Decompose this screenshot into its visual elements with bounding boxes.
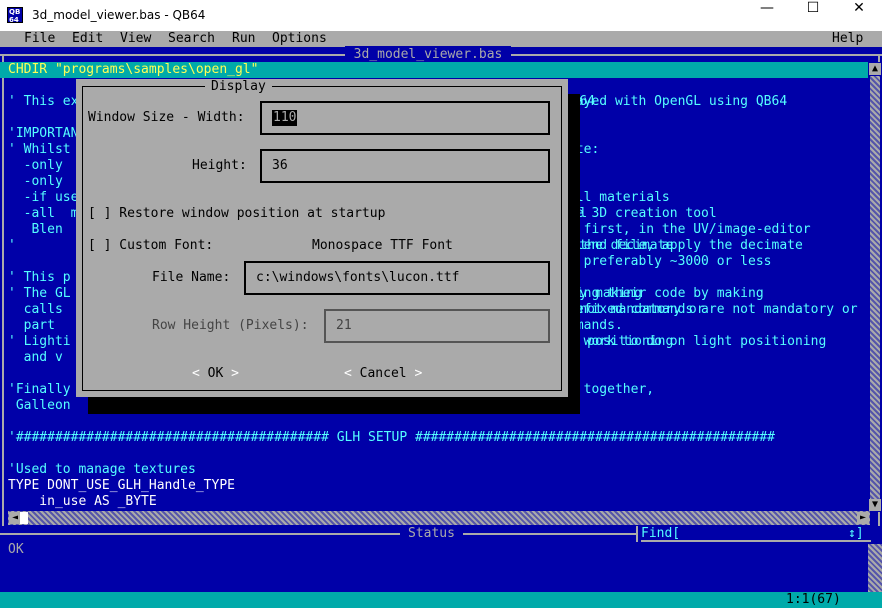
horizontal-scrollbar[interactable]: ◄ ► — [8, 511, 870, 525]
minimize-button[interactable]: — — [744, 0, 790, 31]
code-line-fragment[interactable]: blend file, apply the decimate — [568, 238, 803, 254]
horizontal-scroll-thumb[interactable] — [20, 512, 28, 524]
font-type-label: Monospace TTF Font — [312, 238, 453, 253]
scroll-right-icon[interactable]: ► — [857, 512, 869, 524]
code-line-fragment[interactable]: e work to do on light positioning — [568, 334, 826, 350]
vertical-scroll-track[interactable] — [870, 76, 880, 500]
code-line[interactable]: in_use AS _BYTE — [8, 494, 156, 510]
code-line-fragment[interactable]: layed with OpenGL using QB64 — [568, 94, 787, 110]
dialog-title: Display — [205, 79, 272, 95]
find-separator — [636, 526, 638, 542]
code-line[interactable]: '#######################################… — [8, 430, 775, 446]
menu-file[interactable]: File — [24, 31, 55, 47]
code-line-fragment[interactable]: all materials — [568, 190, 670, 206]
qb64-app-icon[interactable]: QB 64 — [7, 7, 23, 24]
window-width-input[interactable]: 110 — [260, 101, 550, 135]
display-dialog: Window Size - Width: 110 Height: 36 [ ] … — [76, 79, 568, 397]
window-title: 3d_model_viewer.bas - QB64 — [32, 8, 206, 22]
code-line-fragment[interactable]: refixed commands are not mandatory or — [568, 302, 858, 318]
close-button[interactable]: ✕ — [836, 0, 882, 31]
cursor-position: 1:1(67) — [786, 592, 841, 607]
code-line[interactable] — [8, 414, 16, 430]
code-line[interactable]: 'Used to manage textures — [8, 462, 196, 478]
scroll-down-icon[interactable]: ▼ — [869, 499, 881, 511]
file-name-value: c:\windows\fonts\lucon.ttf — [256, 270, 460, 285]
custom-font-checkbox[interactable]: [ ] Custom Font: — [88, 238, 213, 254]
maximize-button[interactable]: ☐ — [790, 0, 836, 31]
find-underline — [641, 540, 871, 542]
menu-options[interactable]: Options — [272, 31, 327, 47]
menu-search[interactable]: Search — [168, 31, 215, 47]
code-line[interactable] — [8, 78, 16, 94]
code-line[interactable]: TYPE DONT_USE_GLH_Handle_TYPE — [8, 478, 235, 494]
window-height-label: Height: — [192, 158, 247, 173]
code-line-fragment[interactable]: t first, in the UV/image-editor — [568, 222, 811, 238]
code-line[interactable]: -only — [8, 158, 63, 174]
code-line-fragment[interactable]: t together, — [568, 382, 654, 398]
menu-view[interactable]: View — [120, 31, 151, 47]
vertical-scrollbar[interactable]: ▲ ▼ — [868, 62, 882, 512]
status-scrollbar[interactable] — [868, 544, 882, 592]
menu-run[interactable]: Run — [232, 31, 255, 47]
window-height-value: 36 — [272, 158, 288, 173]
code-line[interactable]: and v — [8, 350, 63, 366]
window-width-value: 110 — [272, 110, 298, 126]
window-width-label: Window Size - Width: — [88, 110, 245, 125]
scroll-up-icon[interactable]: ▲ — [869, 63, 881, 75]
code-line-fragment[interactable]: hing their code by making — [568, 286, 764, 302]
bottom-status-bar — [0, 592, 882, 608]
code-line[interactable]: Galleon — [8, 398, 71, 414]
editor-left-border — [2, 54, 4, 526]
code-line[interactable] — [8, 366, 16, 382]
code-line[interactable] — [8, 110, 16, 126]
menu-edit[interactable]: Edit — [72, 31, 103, 47]
cancel-button[interactable]: < Cancel > — [344, 366, 422, 382]
code-line[interactable]: CHDIR "programs\samples\open_gl" — [0, 62, 868, 78]
row-height-input[interactable]: 21 — [324, 309, 550, 343]
status-divider — [0, 533, 636, 535]
file-name-label: File Name: — [152, 270, 231, 285]
row-height-value: 21 — [336, 318, 352, 333]
menu-help[interactable]: Help — [832, 31, 863, 47]
code-line-fragment[interactable]: ee 3D creation tool — [568, 206, 717, 222]
row-height-label: Row Height (Pixels): — [152, 318, 309, 333]
code-line[interactable] — [8, 446, 16, 462]
restore-window-checkbox[interactable]: [ ] Restore window position at startup — [88, 206, 385, 222]
editor-file-tab[interactable]: 3d_model_viewer.bas — [345, 46, 511, 63]
window-height-input[interactable]: 36 — [260, 149, 550, 183]
code-line[interactable]: ' This p — [8, 270, 71, 286]
code-line-fragment[interactable]: , preferably ~3000 or less — [568, 254, 772, 270]
file-name-input[interactable]: c:\windows\fonts\lucon.ttf — [244, 261, 550, 295]
code-line[interactable]: -only — [8, 174, 63, 190]
status-message: OK — [8, 542, 24, 557]
ok-button-label: OK — [207, 366, 224, 381]
cancel-button-label: Cancel — [359, 366, 407, 381]
status-title: Status — [400, 526, 463, 542]
ok-button[interactable]: < OK > — [192, 366, 239, 382]
